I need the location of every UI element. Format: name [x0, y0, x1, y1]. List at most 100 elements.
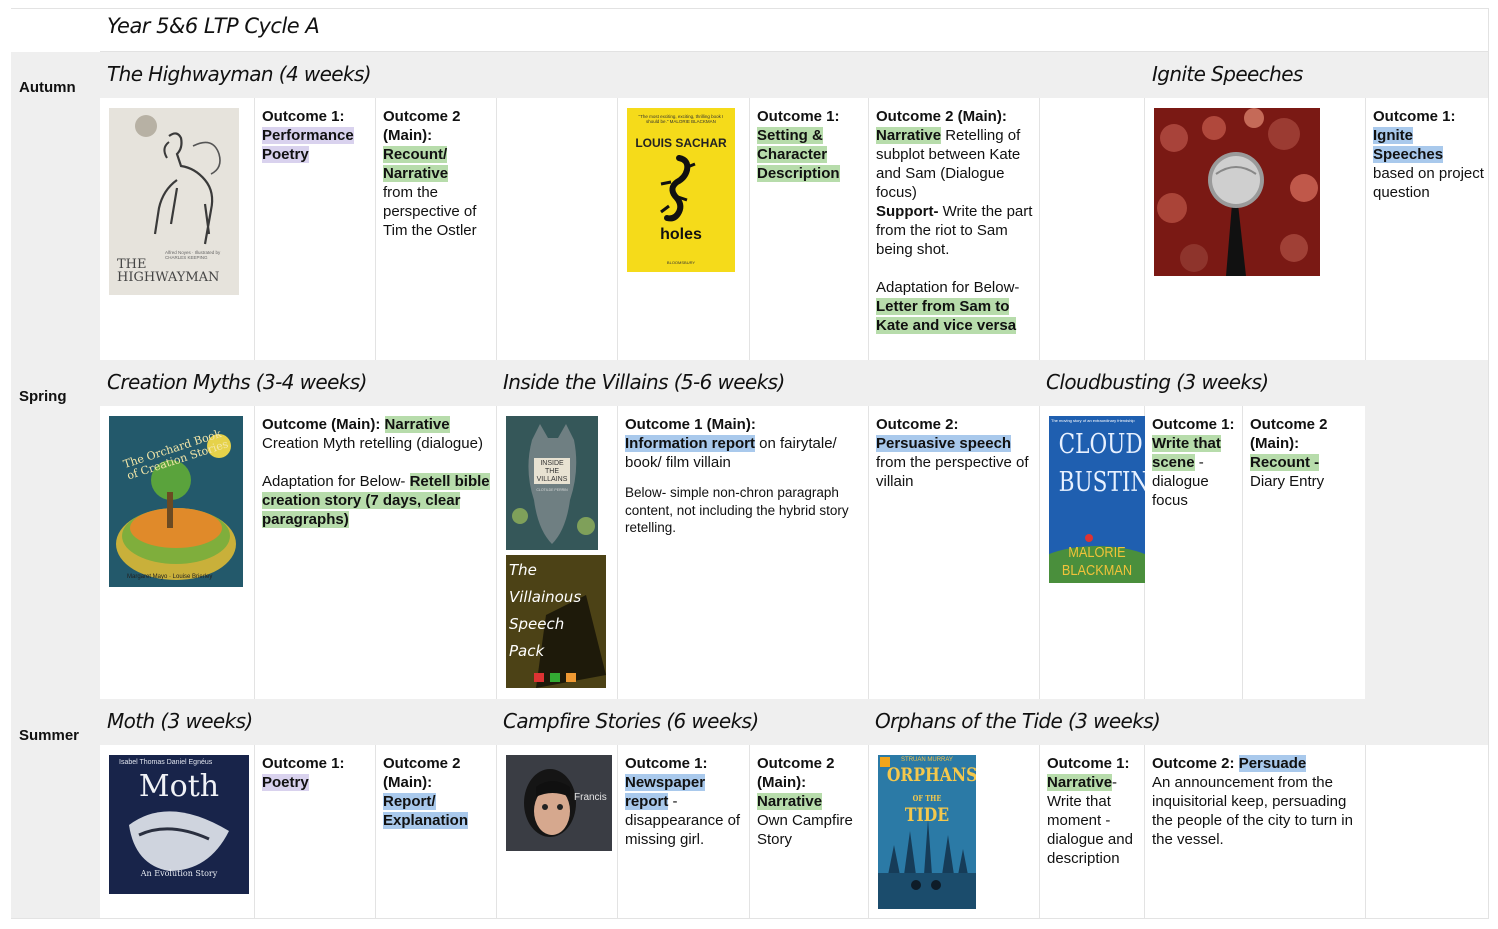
- outcome-highlight: Ignite Speeches: [1373, 127, 1444, 163]
- outcome-highlight: Newspaper report: [625, 774, 706, 810]
- grid-line: [1039, 98, 1040, 360]
- adaptation-highlight: Letter from Sam to Kate and vice versa: [876, 298, 1017, 334]
- outcome-highlight: Recount -: [1250, 454, 1320, 471]
- villains-outcome-2: Outcome 2: Persuasive speech from the pe…: [876, 415, 1036, 491]
- lizard-icon: [660, 155, 696, 222]
- holes-cover-author: LOUIS SACHAR: [635, 136, 727, 150]
- creation-cover-authors: Margaret Mayo · Louise Brierley: [127, 574, 213, 580]
- grid-line: [749, 745, 750, 918]
- unit-highwayman: The Highwayman (4 weeks): [107, 62, 372, 86]
- villains-cover: INSIDE THE VILLAINS CLOTILDE PERRIN: [506, 416, 598, 550]
- outcome-highlight: Recount/ Narrative: [383, 146, 449, 182]
- grid-line: [1039, 406, 1040, 699]
- outcome-highlight: Information report: [625, 435, 755, 452]
- campfire-image-caption: Francis: [574, 792, 607, 803]
- villains-outcome-1: Outcome 1 (Main): Information report on …: [625, 415, 865, 537]
- outcome-label: Outcome 2 (Main):: [383, 755, 461, 791]
- season-autumn: Autumn: [19, 79, 76, 96]
- moth-cover-authors: Isabel Thomas Daniel Egnéus: [119, 759, 213, 766]
- grid-line: [254, 98, 255, 360]
- speech-pack-cover: The Villainous Speech Pack: [506, 555, 606, 688]
- moth-outcome-1: Outcome 1: Poetry: [262, 754, 372, 792]
- unit-villains: Inside the Villains (5-6 weeks): [503, 370, 785, 394]
- outcome-text: Own Campfire Story: [757, 812, 853, 848]
- orphans-cover: STRUAN MURRAY ORPHANS OF THE TIDE: [878, 755, 976, 909]
- outcome-highlight: Persuasive speech: [876, 435, 1012, 452]
- outcome-label: Outcome 2:: [1152, 755, 1235, 772]
- speech-pack-line: The: [509, 561, 537, 579]
- grid-line: [1144, 745, 1145, 918]
- moth-cover: Isabel Thomas Daniel Egnéus Moth An Evol…: [109, 755, 249, 894]
- speech-pack-title: The Villainous Speech Pack: [509, 557, 581, 665]
- speech-pack-line: Pack: [509, 642, 545, 660]
- grid-line: [496, 745, 497, 918]
- orphans-outcome-1: Outcome 1: Narrative- Write that moment …: [1047, 754, 1141, 868]
- grid-line: [617, 406, 618, 699]
- outcome-label: Outcome 1:: [757, 108, 840, 125]
- outcome-highlight: Narrative: [757, 793, 823, 810]
- unit-orphans: Orphans of the Tide (3 weeks): [875, 709, 1161, 733]
- cloudbusting-title: CLOUD BUSTING: [1059, 426, 1145, 502]
- moth-outcome-2: Outcome 2 (Main): Report/ Explanation: [383, 754, 493, 830]
- grid-line: [496, 406, 497, 699]
- outcome-highlight: Write that scene: [1152, 435, 1221, 471]
- grid-line: [868, 406, 869, 699]
- outcome-text: Diary Entry: [1250, 473, 1325, 490]
- grid-line: [375, 98, 376, 360]
- villains-cover-title: INSIDE THE VILLAINS: [536, 460, 568, 483]
- orphans-title-line: TIDE: [904, 804, 950, 826]
- outcome-text: from the perspective of Tim the Ostler: [383, 184, 477, 239]
- speech-pack-line: Villainous: [509, 588, 582, 606]
- outcome-label: Outcome 1:: [625, 755, 708, 772]
- cloudbusting-outcome-2: Outcome 2 (Main): Recount - Diary Entry: [1250, 415, 1362, 491]
- grid-line: [1365, 745, 1366, 918]
- holes-outcome-1: Outcome 1: Setting & Character Descripti…: [757, 107, 865, 183]
- unit-creation: Creation Myths (3-4 weeks): [107, 370, 367, 394]
- grid-line: [1242, 406, 1243, 699]
- grid-line: [1144, 98, 1145, 360]
- outcome-highlight: Persuade: [1238, 755, 1307, 772]
- grid-line: [254, 745, 255, 918]
- orphans-title-line: OF THE: [912, 793, 942, 803]
- outcome-label: Outcome 2:: [876, 416, 959, 433]
- cloudbusting-author-line: BLACKMAN: [1061, 562, 1133, 579]
- holes-cover-quote: "The most exciting, exciting, thrilling …: [638, 114, 724, 124]
- unit-campfire: Campfire Stories (6 weeks): [503, 709, 759, 733]
- season-column: [11, 52, 100, 918]
- grid-line: [617, 98, 618, 360]
- cloudbusting-tagline: The moving story of an extraordinary fri…: [1051, 418, 1135, 423]
- summer-unit-band: [100, 699, 1488, 745]
- outcome-label: Outcome 2 (Main):: [876, 108, 1007, 125]
- moth-cover-title: Moth: [138, 769, 220, 804]
- highwayman-cover-credit: Alfred Noyes · Illustrated by CHARLES KE…: [165, 250, 221, 260]
- girl-illustration: [506, 755, 612, 851]
- cloudbusting-author-line: MALORIE: [1068, 544, 1126, 561]
- outcome-label: Outcome 2 (Main):: [383, 108, 461, 144]
- empty-cell: [1365, 406, 1488, 699]
- page-title: Year 5&6 LTP Cycle A: [107, 14, 320, 38]
- grid-line: [749, 98, 750, 360]
- holes-outcome-2: Outcome 2 (Main): Narrative Retelling of…: [876, 107, 1036, 335]
- unit-cloudbusting: Cloudbusting (3 weeks): [1046, 370, 1269, 394]
- grid-line: [254, 406, 255, 699]
- grid-line: [375, 745, 376, 918]
- campfire-outcome-2: Outcome 2 (Main): Narrative Own Campfire…: [757, 754, 865, 849]
- outcome-highlight: Poetry: [262, 774, 309, 791]
- support-label: Support-: [876, 203, 939, 220]
- highwayman-cover: THE HIGHWAYMAN Alfred Noyes · Illustrate…: [109, 108, 239, 295]
- outcome-text: An announcement from the inquisitorial k…: [1152, 774, 1353, 848]
- unit-ignite: Ignite Speeches: [1152, 62, 1303, 86]
- outcome-text: Creation Myth retelling (dialogue): [262, 435, 483, 452]
- cloudbusting-outcome-1: Outcome 1: Write that scene - dialogue f…: [1152, 415, 1240, 510]
- corner-border: [11, 8, 100, 9]
- grid-line: [868, 98, 869, 360]
- season-spring: Spring: [19, 388, 67, 405]
- ignite-photo: [1154, 108, 1320, 276]
- holes-cover-publisher: BLOOMSBURY: [666, 260, 696, 265]
- holes-cover: "The most exciting, exciting, thrilling …: [627, 108, 735, 272]
- outcome-highlight: Setting & Character Description: [757, 127, 840, 182]
- creation-outcome: Outcome (Main): Narrative Creation Myth …: [262, 415, 492, 529]
- cloudbusting-title-line: CLOUD: [1058, 429, 1143, 460]
- adaptation-label: Adaptation for Below-: [876, 279, 1020, 296]
- ignite-outcome-1: Outcome 1: Ignite Speeches based on proj…: [1373, 107, 1485, 202]
